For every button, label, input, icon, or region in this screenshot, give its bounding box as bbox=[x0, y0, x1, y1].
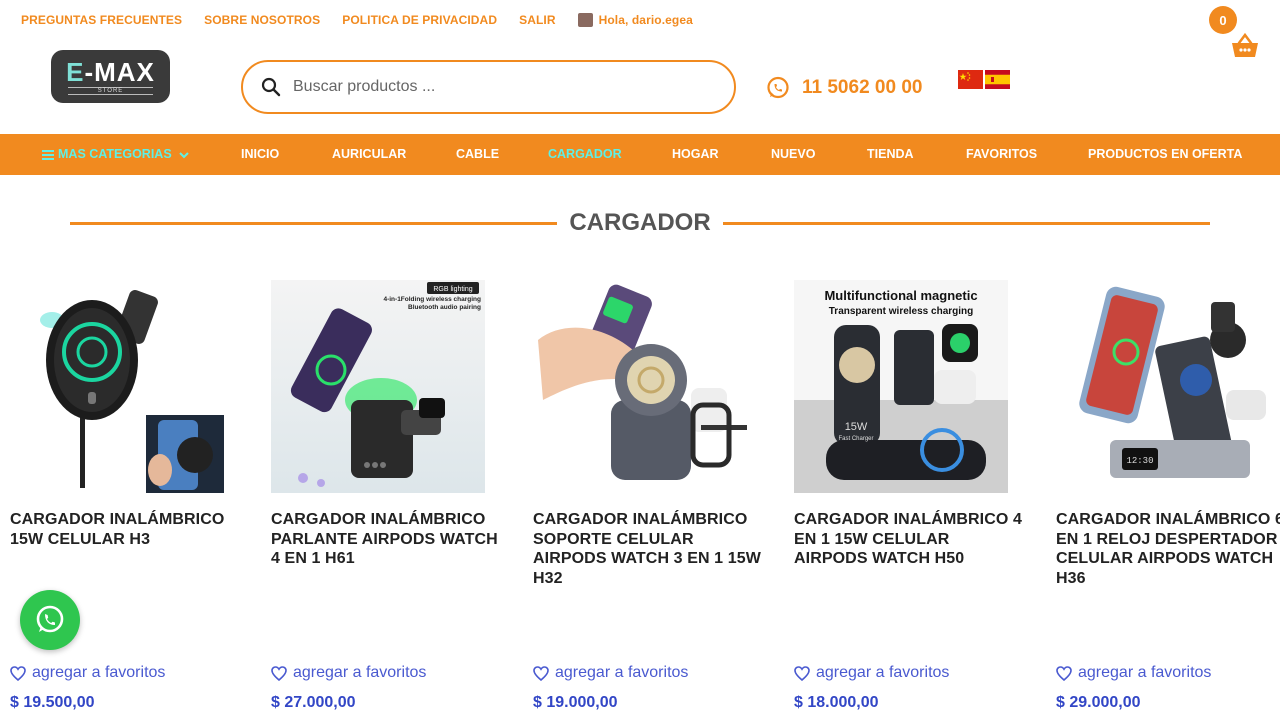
product-title[interactable]: CARGADOR INALÁMBRICO SOPORTE CELULAR AIR… bbox=[533, 510, 763, 588]
nav-item-nuevo[interactable]: NUEVO bbox=[771, 134, 815, 175]
search-bar bbox=[241, 60, 736, 114]
product-price: $ 18.000,00 bbox=[794, 694, 879, 711]
divider bbox=[70, 221, 558, 225]
avatar bbox=[577, 13, 593, 27]
add-to-favorites[interactable]: agregar a favoritos bbox=[1056, 664, 1211, 682]
add-to-favorites[interactable]: agregar a favoritos bbox=[271, 664, 426, 682]
add-to-favorites[interactable]: agregar a favoritos bbox=[10, 664, 165, 682]
about-link[interactable]: SOBRE NOSOTROS bbox=[204, 13, 320, 27]
nav-item-cable[interactable]: CABLE bbox=[456, 134, 499, 175]
product-title[interactable]: CARGADOR INALÁMBRICO PARLANTE AIRPODS WA… bbox=[271, 510, 501, 569]
basket-icon bbox=[1232, 32, 1258, 57]
product-image[interactable]: Multifunctional magnetic Transparent wir… bbox=[794, 280, 1008, 493]
cart-button[interactable]: 0 bbox=[1206, 6, 1266, 66]
chevron-down-icon bbox=[178, 151, 189, 158]
product-price: $ 27.000,00 bbox=[271, 694, 356, 711]
heart-icon bbox=[1056, 665, 1072, 681]
spanish-flag-icon[interactable] bbox=[985, 70, 1010, 89]
svg-text:Bluetooth audio pairing: Bluetooth audio pairing bbox=[408, 304, 481, 311]
menu-icon bbox=[42, 149, 54, 160]
language-selector bbox=[958, 70, 1010, 89]
main-nav: MAS CATEGORIAS INICIO AURICULAR CABLE CA… bbox=[0, 134, 1280, 175]
page-title: CARGADOR bbox=[569, 209, 711, 236]
logout-link[interactable]: SALIR bbox=[519, 13, 556, 27]
product-title[interactable]: CARGADOR INALÁMBRICO 6 EN 1 RELOJ DESPER… bbox=[1056, 510, 1280, 588]
categories-menu[interactable]: MAS CATEGORIAS bbox=[42, 134, 192, 175]
svg-text:12:30: 12:30 bbox=[1126, 456, 1153, 466]
search-input[interactable] bbox=[293, 78, 693, 96]
product-card[interactable]: RGB lighting 4-in-1Folding wireless char… bbox=[271, 280, 501, 711]
divider bbox=[722, 221, 1211, 225]
add-to-favorites[interactable]: agregar a favoritos bbox=[533, 664, 688, 682]
svg-text:RGB lighting: RGB lighting bbox=[433, 286, 472, 293]
product-price: $ 19.500,00 bbox=[10, 694, 95, 711]
section-header: CARGADOR bbox=[70, 208, 1211, 238]
add-to-favorites[interactable]: agregar a favoritos bbox=[794, 664, 949, 682]
nav-item-favoritos[interactable]: FAVORITOS bbox=[966, 134, 1037, 175]
product-image[interactable]: RGB lighting 4-in-1Folding wireless char… bbox=[271, 280, 485, 493]
product-price: $ 29.000,00 bbox=[1056, 694, 1141, 711]
heart-icon bbox=[271, 665, 287, 681]
nav-item-inicio[interactable]: INICIO bbox=[241, 134, 279, 175]
product-image[interactable]: 12:30 bbox=[1056, 280, 1270, 493]
nav-item-ofertas[interactable]: PRODUCTOS EN OFERTA bbox=[1088, 134, 1242, 175]
svg-text:15W: 15W bbox=[845, 421, 868, 433]
categories-label: MAS CATEGORIAS bbox=[58, 147, 172, 161]
heart-icon bbox=[10, 665, 26, 681]
user-account-link[interactable]: Hola, dario.egea bbox=[577, 13, 693, 27]
svg-text:4-in-1Folding wireless chargin: 4-in-1Folding wireless charging bbox=[383, 296, 481, 303]
product-title[interactable]: CARGADOR INALÁMBRICO 4 EN 1 15W CELULAR … bbox=[794, 510, 1024, 569]
nav-item-auricular[interactable]: AURICULAR bbox=[332, 134, 406, 175]
nav-item-hogar[interactable]: HOGAR bbox=[672, 134, 719, 175]
top-links: PREGUNTAS FRECUENTES SOBRE NOSOTROS POLI… bbox=[21, 13, 693, 27]
privacy-link[interactable]: POLITICA DE PRIVACIDAD bbox=[342, 13, 497, 27]
nav-item-tienda[interactable]: TIENDA bbox=[867, 134, 914, 175]
faq-link[interactable]: PREGUNTAS FRECUENTES bbox=[21, 13, 182, 27]
store-logo[interactable]: E-MAX STORE bbox=[51, 50, 170, 103]
cart-count-badge: 0 bbox=[1209, 6, 1237, 34]
heart-icon bbox=[533, 665, 549, 681]
whatsapp-chat-button[interactable] bbox=[20, 590, 80, 650]
nav-item-cargador[interactable]: CARGADOR bbox=[548, 134, 622, 175]
product-card[interactable]: Multifunctional magnetic Transparent wir… bbox=[794, 280, 1024, 711]
svg-text:Transparent wireless charging: Transparent wireless charging bbox=[829, 306, 974, 317]
whatsapp-icon bbox=[36, 605, 64, 633]
product-card[interactable]: 12:30 CARGADOR INALÁMBRICO 6 EN 1 RELOJ … bbox=[1056, 280, 1280, 711]
whatsapp-icon bbox=[767, 76, 789, 99]
product-image[interactable] bbox=[533, 280, 747, 493]
heart-icon bbox=[794, 665, 810, 681]
product-image[interactable] bbox=[10, 280, 224, 493]
product-card[interactable]: CARGADOR INALÁMBRICO 15W CELULAR H3 agre… bbox=[10, 280, 240, 711]
search-icon[interactable] bbox=[261, 77, 281, 97]
chinese-flag-icon[interactable] bbox=[958, 70, 983, 89]
product-price: $ 19.000,00 bbox=[533, 694, 618, 711]
svg-text:Fast Charger: Fast Charger bbox=[838, 436, 873, 442]
phone-number: 11 5062 00 00 bbox=[802, 77, 923, 98]
product-card[interactable]: CARGADOR INALÁMBRICO SOPORTE CELULAR AIR… bbox=[533, 280, 763, 711]
phone-contact[interactable]: 11 5062 00 00 bbox=[766, 76, 922, 100]
user-greeting: Hola, dario.egea bbox=[598, 13, 693, 27]
top-bar: PREGUNTAS FRECUENTES SOBRE NOSOTROS POLI… bbox=[0, 0, 1280, 57]
product-title[interactable]: CARGADOR INALÁMBRICO 15W CELULAR H3 bbox=[10, 510, 240, 549]
svg-text:Multifunctional magnetic: Multifunctional magnetic bbox=[824, 288, 977, 303]
